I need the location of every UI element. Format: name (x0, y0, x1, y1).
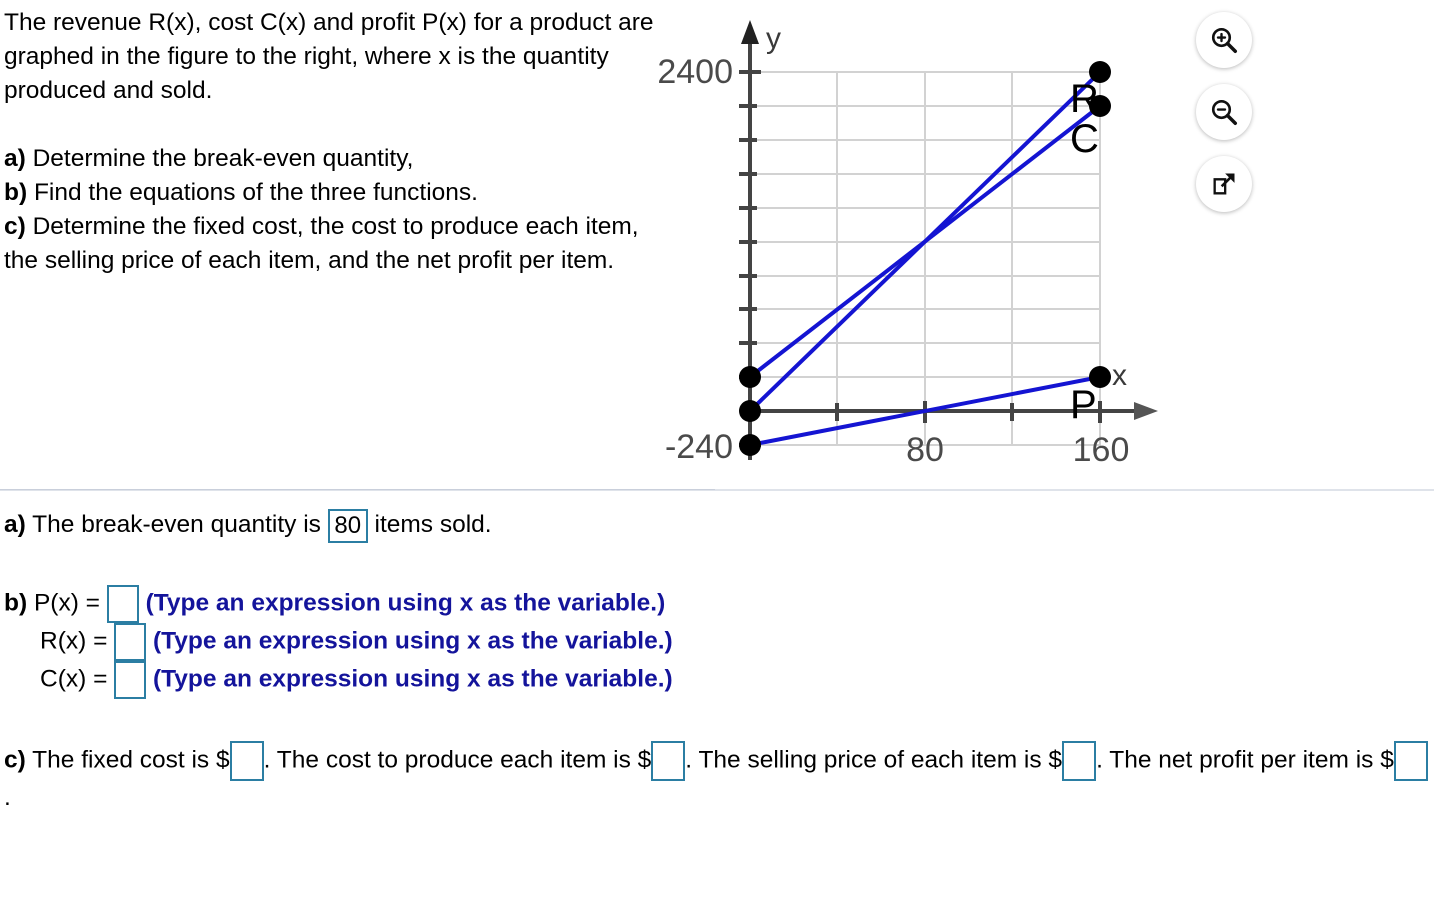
answer-a-after-text: items sold. (374, 511, 492, 538)
answer-row-a: a) The break-even quantity is 80 items s… (0, 508, 1434, 543)
part-b-text: Find the equations of the three function… (33, 179, 478, 206)
fixed-cost-text: The fixed cost is $ (32, 746, 230, 773)
cost-function-input[interactable] (114, 660, 147, 699)
revenue-function-name: R(x) = (40, 627, 108, 654)
problem-intro: The revenue R(x), cost C(x) and profit P… (4, 9, 654, 104)
y-axis (739, 20, 761, 460)
part-b-label: b) (4, 179, 28, 206)
answer-c-period: . (4, 783, 11, 811)
answer-row-revenue: R(x) = (Type an expression using x as th… (0, 622, 1434, 661)
x-tick-label-160: 160 (1073, 431, 1130, 469)
graph-svg: y x 2400 -240 80 160 R C P (657, 20, 1158, 469)
profit-function-name: P(x) = (33, 589, 100, 616)
zoom-in-icon (1209, 25, 1239, 55)
zoom-in-button[interactable] (1196, 12, 1252, 68)
break-even-quantity-input[interactable]: 80 (327, 508, 368, 543)
grid-vertical (836, 72, 1101, 445)
problem-part-b: b) Find the equations of the three funct… (4, 176, 664, 210)
profit-function-input[interactable] (106, 584, 139, 623)
series-label-R: R (1070, 77, 1099, 121)
answer-group-b: b) P(x) = (Type an expression using x as… (0, 584, 1434, 699)
profit-function-hint: (Type an expression using x as the varia… (145, 589, 666, 616)
series-label-C: C (1070, 117, 1099, 161)
part-c-text: Determine the fixed cost, the cost to pr… (4, 213, 639, 274)
answer-b-label: b) (4, 589, 28, 616)
question-area: The revenue R(x), cost C(x) and profit P… (0, 0, 1434, 490)
net-profit-input[interactable] (1393, 740, 1428, 781)
answer-row-c: c) The fixed cost is $ . The cost to prod… (0, 740, 1434, 815)
y-axis-label: y (766, 22, 781, 55)
fixed-cost-input[interactable] (229, 740, 264, 781)
answer-row-profit: b) P(x) = (Type an expression using x as… (0, 584, 1434, 623)
open-in-new-window-button[interactable] (1196, 156, 1252, 212)
cost-per-item-input[interactable] (651, 740, 686, 781)
selling-price-input[interactable] (1062, 740, 1097, 781)
answer-row-cost: C(x) = (Type an expression using x as th… (0, 660, 1434, 699)
x-axis-label: x (1112, 359, 1127, 392)
cost-function-name: C(x) = (40, 665, 108, 692)
cost-function-hint: (Type an expression using x as the varia… (153, 665, 673, 692)
y-tick-label-minus240: -240 (665, 428, 733, 466)
y-tick-label-2400: 2400 (657, 53, 733, 91)
revenue-function-input[interactable] (114, 622, 147, 661)
problem-part-c: c) Determine the fixed cost, the cost to… (4, 210, 664, 278)
figure-toolbar (1196, 12, 1260, 228)
selling-price-text: . The selling price of each item is $ (685, 746, 1063, 773)
revenue-function-hint: (Type an expression using x as the varia… (153, 627, 673, 654)
part-a-label: a) (4, 145, 26, 172)
answer-area: a) The break-even quantity is 80 items s… (0, 496, 1434, 815)
part-c-label: c) (4, 213, 26, 240)
zoom-out-button[interactable] (1196, 84, 1252, 140)
open-in-new-window-icon (1210, 170, 1238, 198)
answer-a-label: a) (4, 511, 26, 538)
problem-part-a: a) Determine the break-even quantity, (4, 142, 664, 176)
zoom-out-icon (1209, 97, 1239, 127)
cost-per-item-text: . The cost to produce each item is $ (263, 746, 652, 773)
net-profit-text: . The net profit per item is $ (1096, 746, 1394, 773)
graph-figure[interactable]: y x 2400 -240 80 160 R C P (640, 0, 1180, 480)
part-a-text: Determine the break-even quantity, (32, 145, 414, 172)
x-tick-label-80: 80 (906, 431, 944, 469)
series-label-P: P (1070, 383, 1097, 427)
problem-statement: The revenue R(x), cost C(x) and profit P… (4, 6, 664, 278)
answer-a-before-text: The break-even quantity is (32, 511, 321, 538)
answer-c-label: c) (4, 746, 26, 773)
section-divider (0, 489, 1434, 491)
